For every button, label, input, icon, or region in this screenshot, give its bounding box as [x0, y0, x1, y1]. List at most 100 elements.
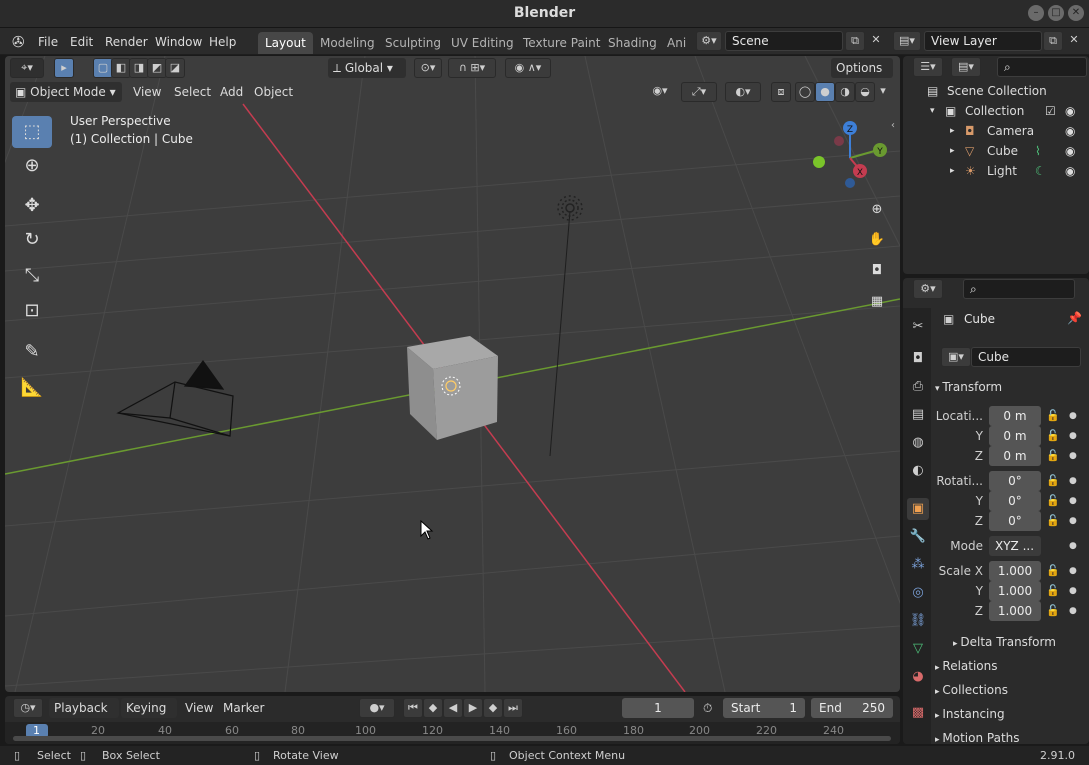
start-frame-field[interactable]: Start 1 [723, 698, 805, 718]
output-tab-icon[interactable]: ⎙ [907, 376, 929, 398]
lock-icon[interactable]: 🔓 [1046, 601, 1060, 621]
pan-hand-icon[interactable]: ✋ [865, 228, 889, 252]
frame-ruler[interactable]: 1 20 40 60 80 100 120 140 160 180 200 22… [5, 722, 900, 744]
tab-sculpting[interactable]: Sculpting [378, 32, 448, 54]
current-frame-field[interactable]: 1 [622, 698, 694, 718]
outliner-editor-type-icon[interactable]: ☰▾ [913, 57, 943, 77]
sidebar-toggle-icon[interactable]: ‹ [891, 120, 895, 131]
gizmo-toggle-icon[interactable]: ⤢▾ [681, 82, 717, 102]
timeline-editor-type-icon[interactable]: ◷▾ [13, 698, 43, 718]
properties-search-field[interactable]: ⌕ [963, 279, 1075, 299]
annotate-tool-icon[interactable]: ✎ [12, 336, 52, 368]
proportional-edit-icon[interactable]: ◉ ∧▾ [505, 58, 551, 78]
menu-help[interactable]: Help [209, 33, 236, 51]
rotation-mode-dropdown[interactable]: XYZ ... ▾ [989, 536, 1041, 573]
viewport-menu-object[interactable]: Object [254, 82, 293, 102]
constraints-tab-icon[interactable]: ⛓ [907, 610, 929, 632]
cursor-tool-icon[interactable]: ⊕ [12, 150, 52, 182]
lock-icon[interactable]: 🔓 [1046, 406, 1060, 426]
outliner-row-scene[interactable]: ▤ Scene Collection [903, 81, 1089, 101]
jump-keyframe-forward-icon[interactable]: ◆ [483, 698, 503, 718]
collections-header[interactable]: ▸ Collections [935, 679, 1085, 701]
relations-header[interactable]: ▸ Relations [935, 655, 1085, 677]
instancing-header[interactable]: ▸ Instancing [935, 703, 1085, 725]
ortho-toggle-icon[interactable]: ▦ [865, 290, 889, 314]
delete-scene-icon[interactable]: ✕ [866, 31, 886, 51]
tab-modeling[interactable]: Modeling [313, 32, 382, 54]
location-z-field[interactable]: 0 m [989, 446, 1041, 466]
viewport-menu-select[interactable]: Select [174, 82, 211, 102]
jump-end-icon[interactable]: ⏭ [503, 698, 523, 718]
rendered-shading-icon[interactable]: ◒ [855, 82, 875, 102]
world-tab-icon[interactable]: ◐ [907, 460, 929, 482]
tab-texture-paint[interactable]: Texture Paint [516, 32, 607, 54]
select-mode-new-icon[interactable]: ▢ [93, 58, 113, 78]
outliner-row-collection[interactable]: ▾ ▣ Collection ☑ ◉ [903, 101, 1089, 121]
select-mode-extend-icon[interactable]: ◧ [111, 58, 131, 78]
timeline-menu-view[interactable]: View [185, 698, 213, 718]
close-button[interactable]: ✕ [1068, 5, 1084, 21]
delta-transform-header[interactable]: ▸ Delta Transform [953, 631, 1089, 653]
view-layer-tab-icon[interactable]: ▤ [907, 404, 929, 426]
scene-name-field[interactable]: Scene [725, 31, 843, 51]
keyframe-dot-icon[interactable]: ● [1069, 446, 1077, 466]
motion-paths-header[interactable]: ▸ Motion Paths [935, 727, 1085, 744]
tab-animation[interactable]: Ani [660, 32, 690, 54]
lock-icon[interactable]: 🔓 [1046, 446, 1060, 466]
outliner-row-cube[interactable]: ▸ ▽ Cube ⌇ ◉ [903, 141, 1089, 161]
view-layer-name-field[interactable]: View Layer [924, 31, 1042, 51]
lock-icon[interactable]: 🔓 [1046, 561, 1060, 581]
select-mode-intersect-icon[interactable]: ◪ [165, 58, 185, 78]
viewport-menu-add[interactable]: Add [220, 82, 243, 102]
select-mode-subtract-icon[interactable]: ◨ [129, 58, 149, 78]
timeline-scrollbar[interactable] [13, 736, 891, 741]
keyframe-dot-icon[interactable]: ● [1069, 426, 1077, 446]
stopwatch-icon[interactable]: ⏱ [703, 698, 712, 718]
keying-dropdown[interactable]: Keying ▾ [121, 698, 177, 735]
auto-keying-icon[interactable]: ●▾ [359, 698, 395, 718]
move-tool-icon[interactable]: ✥ [12, 190, 52, 222]
scene-tab-icon[interactable]: ◍ [907, 432, 929, 454]
solid-shading-icon[interactable]: ● [815, 82, 835, 102]
location-x-field[interactable]: 0 m [989, 406, 1041, 426]
scale-x-field[interactable]: 1.000 [989, 561, 1041, 581]
snap-icon[interactable]: ∩ ⊞▾ [448, 58, 496, 78]
options-dropdown[interactable]: Options ▾ [831, 58, 893, 95]
editor-type-icon[interactable]: ⌖▾ [10, 58, 44, 78]
eye-icon[interactable]: ◉ [1065, 101, 1075, 121]
tab-layout[interactable]: Layout [258, 32, 313, 54]
pivot-point-icon[interactable]: ⊙▾ [414, 58, 442, 78]
minimize-button[interactable]: – [1028, 5, 1044, 21]
exclude-checkbox-icon[interactable]: ☑ [1045, 101, 1056, 121]
eye-icon[interactable]: ◉ [1065, 141, 1075, 161]
mode-dropdown[interactable]: ▣ Object Mode ▾ [10, 82, 122, 102]
material-tab-icon[interactable]: ◕ [907, 666, 929, 688]
shading-options-icon[interactable]: ▾ [875, 82, 891, 102]
location-y-field[interactable]: 0 m [989, 426, 1041, 446]
play-icon[interactable]: ▶ [463, 698, 483, 718]
maximize-button[interactable]: □ [1048, 5, 1064, 21]
lock-icon[interactable]: 🔓 [1046, 426, 1060, 446]
material-shading-icon[interactable]: ◑ [835, 82, 855, 102]
outliner-display-mode-icon[interactable]: ▤▾ [951, 57, 981, 77]
camera-view-icon[interactable]: ◘ [865, 259, 889, 283]
lock-icon[interactable]: 🔓 [1046, 511, 1060, 531]
lock-icon[interactable]: 🔓 [1046, 491, 1060, 511]
tab-shading[interactable]: Shading [601, 32, 664, 54]
particles-tab-icon[interactable]: ⁂ [907, 554, 929, 576]
object-data-tab-icon[interactable]: ▽ [907, 638, 929, 660]
physics-tab-icon[interactable]: ◎ [907, 582, 929, 604]
rotate-tool-icon[interactable]: ↻ [12, 224, 52, 256]
play-reverse-icon[interactable]: ◀ [443, 698, 463, 718]
scale-tool-icon[interactable]: ⤡ [12, 260, 52, 292]
keyframe-dot-icon[interactable]: ● [1069, 511, 1077, 531]
keyframe-dot-icon[interactable]: ● [1069, 536, 1077, 556]
view-layer-browse-icon[interactable]: ▤▾ [893, 31, 921, 51]
keyframe-dot-icon[interactable]: ● [1069, 471, 1077, 491]
outliner-row-camera[interactable]: ▸ ◘ Camera ◉ [903, 121, 1089, 141]
select-box-tool-icon[interactable]: ⬚ [12, 116, 52, 148]
rotation-y-field[interactable]: 0° [989, 491, 1041, 511]
scale-y-field[interactable]: 1.000 [989, 581, 1041, 601]
xray-toggle-icon[interactable]: ⧈ [771, 82, 791, 102]
modifier-tab-icon[interactable]: 🔧 [907, 526, 929, 548]
